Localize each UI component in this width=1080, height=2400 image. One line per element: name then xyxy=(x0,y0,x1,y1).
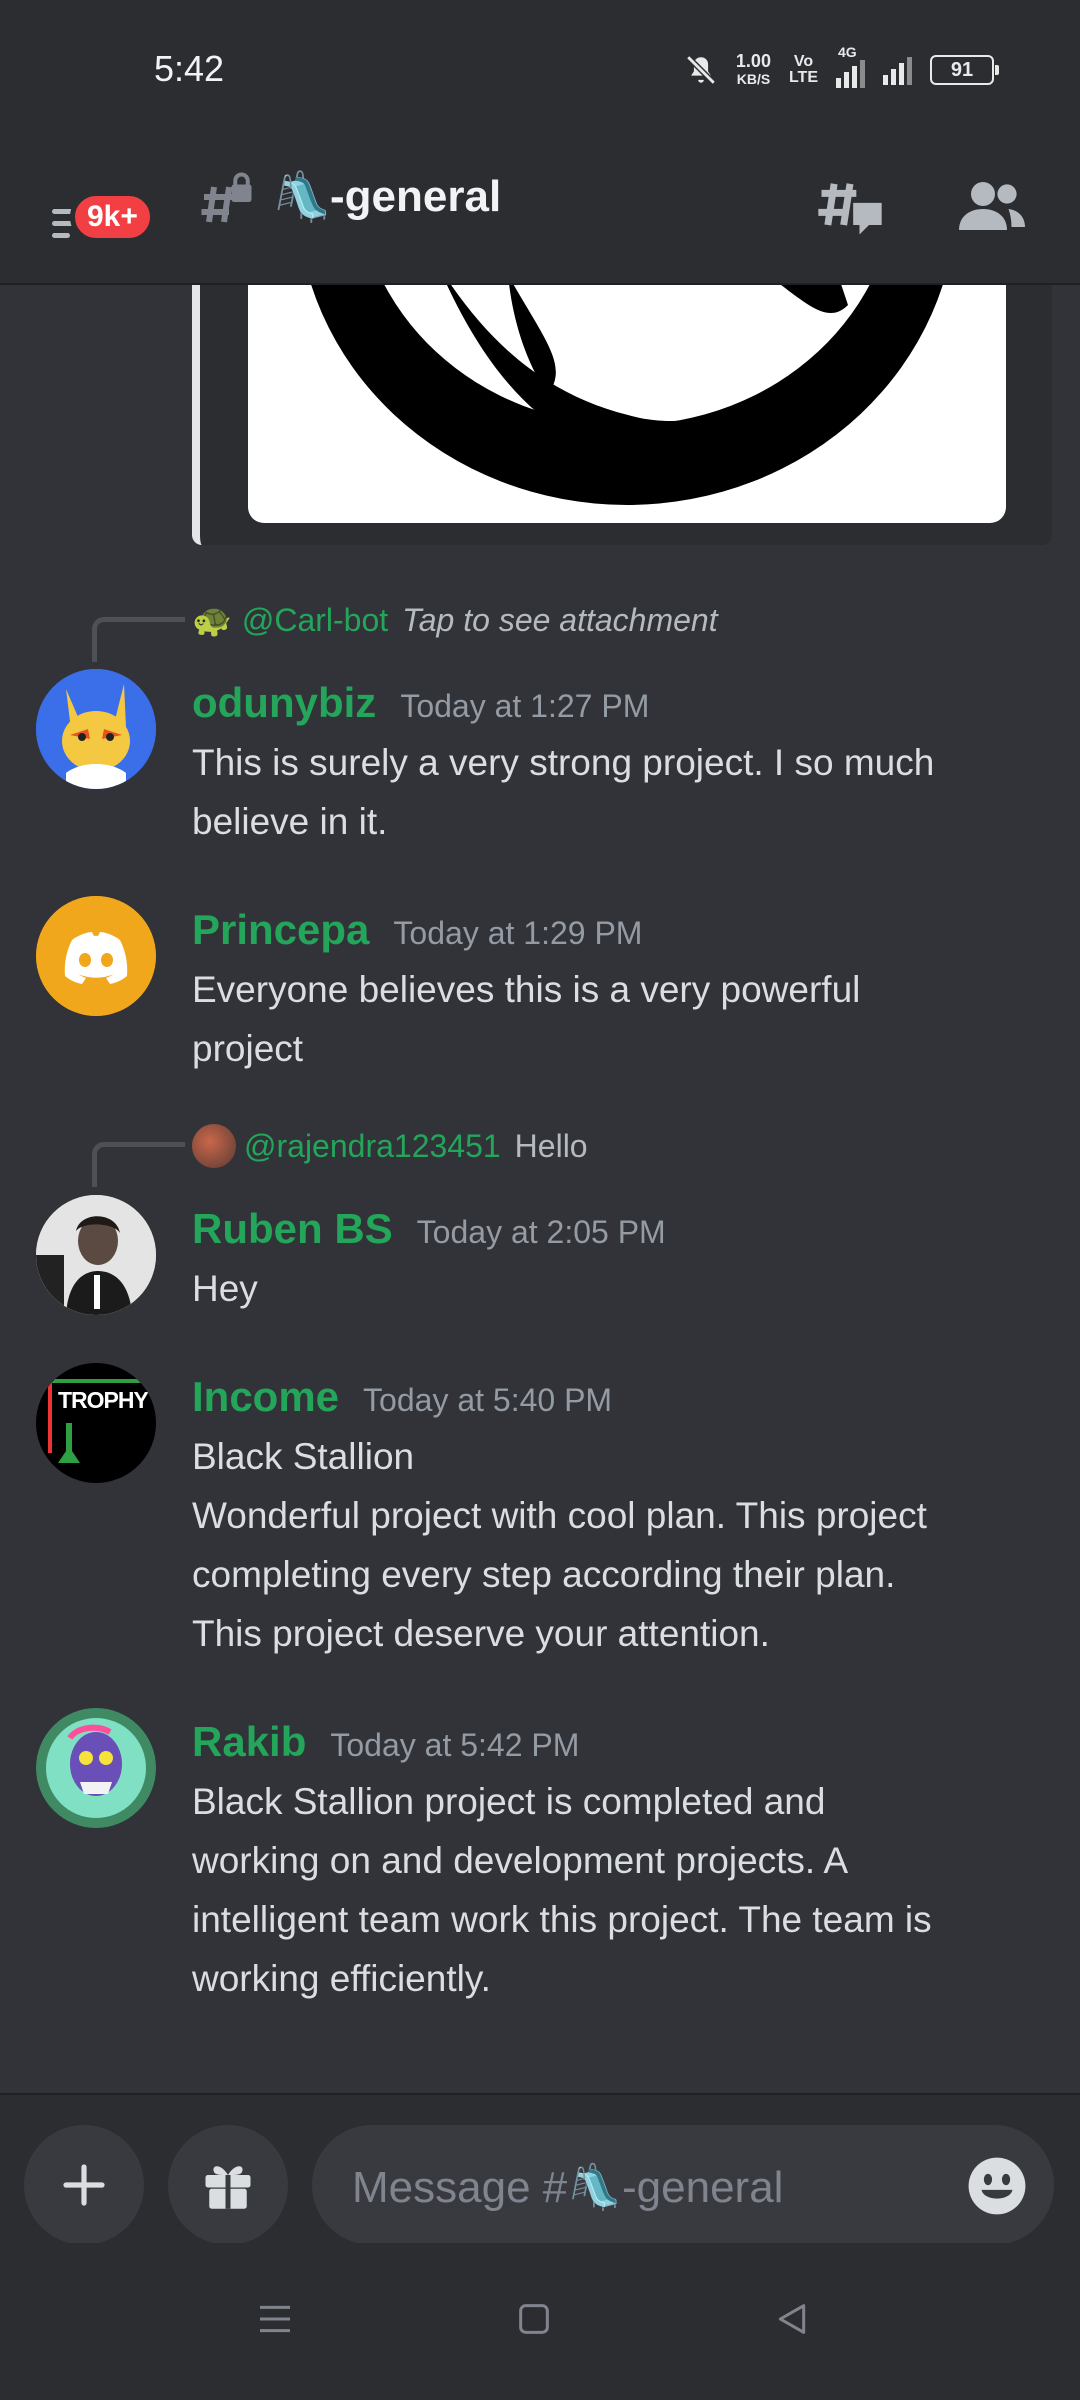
signal-bars-icon-2 xyxy=(883,55,912,85)
locked-channel-icon xyxy=(194,172,254,245)
signal-bars-icon xyxy=(836,58,865,88)
message-line: Black Stallion project is completed and xyxy=(192,1781,826,1822)
message-text: This is surely a very strong project. I … xyxy=(192,733,1032,851)
message-text: Black Stallion Wonderful project with co… xyxy=(192,1427,1032,1663)
reply-avatar[interactable] xyxy=(192,1124,236,1168)
timestamp: Today at 1:29 PM xyxy=(393,915,643,951)
timestamp: Today at 1:27 PM xyxy=(400,688,650,724)
volte-bottom: LTE xyxy=(788,69,818,86)
username[interactable]: Ruben BS xyxy=(192,1205,393,1253)
avatar[interactable] xyxy=(36,669,156,789)
message-line: project xyxy=(192,1028,304,1069)
username[interactable]: Rakib xyxy=(192,1718,306,1766)
message-line: Wonderful project with cool plan. This p… xyxy=(192,1495,927,1536)
bell-muted-icon xyxy=(686,55,716,85)
volte-top: Vo xyxy=(793,53,814,70)
message-header: Income Today at 5:40 PM xyxy=(192,1373,612,1421)
plus-icon xyxy=(63,2164,105,2206)
username[interactable]: Income xyxy=(192,1373,339,1421)
username[interactable]: Princepa xyxy=(192,906,369,954)
message-text: Everyone believes this is a very powerfu… xyxy=(192,960,1032,1078)
message-header: Princepa Today at 1:29 PM xyxy=(192,906,642,954)
avatar[interactable] xyxy=(36,896,156,1016)
message-composer: Message #🛝-general xyxy=(0,2093,1080,2245)
message-text: Black Stallion project is completed and … xyxy=(192,1772,1032,2008)
avatar[interactable]: TROPHY xyxy=(36,1363,156,1483)
message-line: working on and development projects. A xyxy=(192,1840,849,1881)
reply-author-emoji: 🐢 xyxy=(192,602,232,638)
message-line: This project deserve your attention. xyxy=(192,1613,770,1654)
message-line: completing every step according their pl… xyxy=(192,1554,896,1595)
reply-preview[interactable]: 🐢 @Carl-bot Tap to see attachment xyxy=(192,601,718,639)
message-line: believe in it. xyxy=(192,801,388,842)
battery-indicator: 91 xyxy=(930,55,999,85)
menu-button[interactable]: 9k+ xyxy=(52,175,155,255)
status-time: 5:42 xyxy=(154,48,225,89)
channel-emoji: 🛝 xyxy=(272,171,332,224)
channel-header: 9k+ xyxy=(0,145,1080,285)
speed-value: 1.00 xyxy=(735,51,771,71)
status-icons: 1.00 KB/S Vo LTE 4G 91 xyxy=(684,44,999,88)
message-line: Everyone believes this is a very powerfu… xyxy=(192,969,861,1010)
system-nav-bar xyxy=(0,2243,1080,2400)
unread-badge: 9k+ xyxy=(70,191,155,243)
members-icon[interactable] xyxy=(956,170,1028,247)
image-embed[interactable] xyxy=(192,285,1052,545)
discord-logo-icon xyxy=(36,896,156,1016)
reply-connector xyxy=(92,617,185,662)
reply-text[interactable]: Tap to see attachment xyxy=(402,602,717,639)
reply-preview[interactable]: @rajendra123451 Hello xyxy=(192,1124,588,1168)
message-line: This is surely a very strong project. I … xyxy=(192,742,935,783)
emoji-button[interactable] xyxy=(966,2155,1028,2222)
signal-4g: 4G xyxy=(836,44,865,88)
message-header: Rakib Today at 5:42 PM xyxy=(192,1718,579,1766)
message-header: Ruben BS Today at 2:05 PM xyxy=(192,1205,666,1253)
message-line: Black Stallion xyxy=(192,1436,415,1477)
reply-author[interactable]: @Carl-bot xyxy=(242,602,388,639)
threads-icon[interactable] xyxy=(812,168,888,249)
back-triangle-icon[interactable] xyxy=(772,2299,812,2339)
embed-image-graphic xyxy=(311,285,943,505)
avatar[interactable] xyxy=(36,1708,156,1828)
recents-menu-icon[interactable] xyxy=(255,2299,295,2339)
message-line: working efficiently. xyxy=(192,1958,491,1999)
volte-indicator: Vo LTE xyxy=(789,54,818,86)
avatar[interactable] xyxy=(36,1195,156,1315)
message-text: Hey xyxy=(192,1259,1032,1318)
channel-name[interactable]: -general xyxy=(330,172,501,222)
reply-text[interactable]: Hello xyxy=(515,1128,588,1165)
message-header: odunybiz Today at 1:27 PM xyxy=(192,679,649,727)
embed-image[interactable] xyxy=(248,285,1006,523)
speed-unit: KB/S xyxy=(736,71,771,87)
home-square-icon[interactable] xyxy=(514,2299,554,2339)
message-input-placeholder: Message #🛝-general xyxy=(352,2163,784,2212)
add-attachment-button[interactable] xyxy=(24,2125,144,2245)
network-type: 4G xyxy=(838,44,857,60)
emoji-smile-icon xyxy=(968,2157,1026,2215)
message-list[interactable]: 🐢 @Carl-bot Tap to see attachment odunyb… xyxy=(0,285,1080,2090)
gift-button[interactable] xyxy=(168,2125,288,2245)
message-line: Hey xyxy=(192,1268,258,1309)
network-speed: 1.00 KB/S xyxy=(736,52,771,88)
message-input[interactable]: Message #🛝-general xyxy=(312,2125,1054,2245)
message-line: intelligent team work this project. The … xyxy=(192,1899,932,1940)
reply-author[interactable]: @rajendra123451 xyxy=(244,1128,501,1165)
timestamp: Today at 2:05 PM xyxy=(416,1214,666,1250)
username[interactable]: odunybiz xyxy=(192,679,376,727)
gift-icon xyxy=(205,2166,251,2209)
reply-connector xyxy=(92,1142,185,1187)
timestamp: Today at 5:40 PM xyxy=(363,1382,613,1418)
timestamp: Today at 5:42 PM xyxy=(330,1727,580,1763)
status-bar: 5:42 1.00 KB/S Vo LTE 4G 91 xyxy=(0,0,1080,145)
